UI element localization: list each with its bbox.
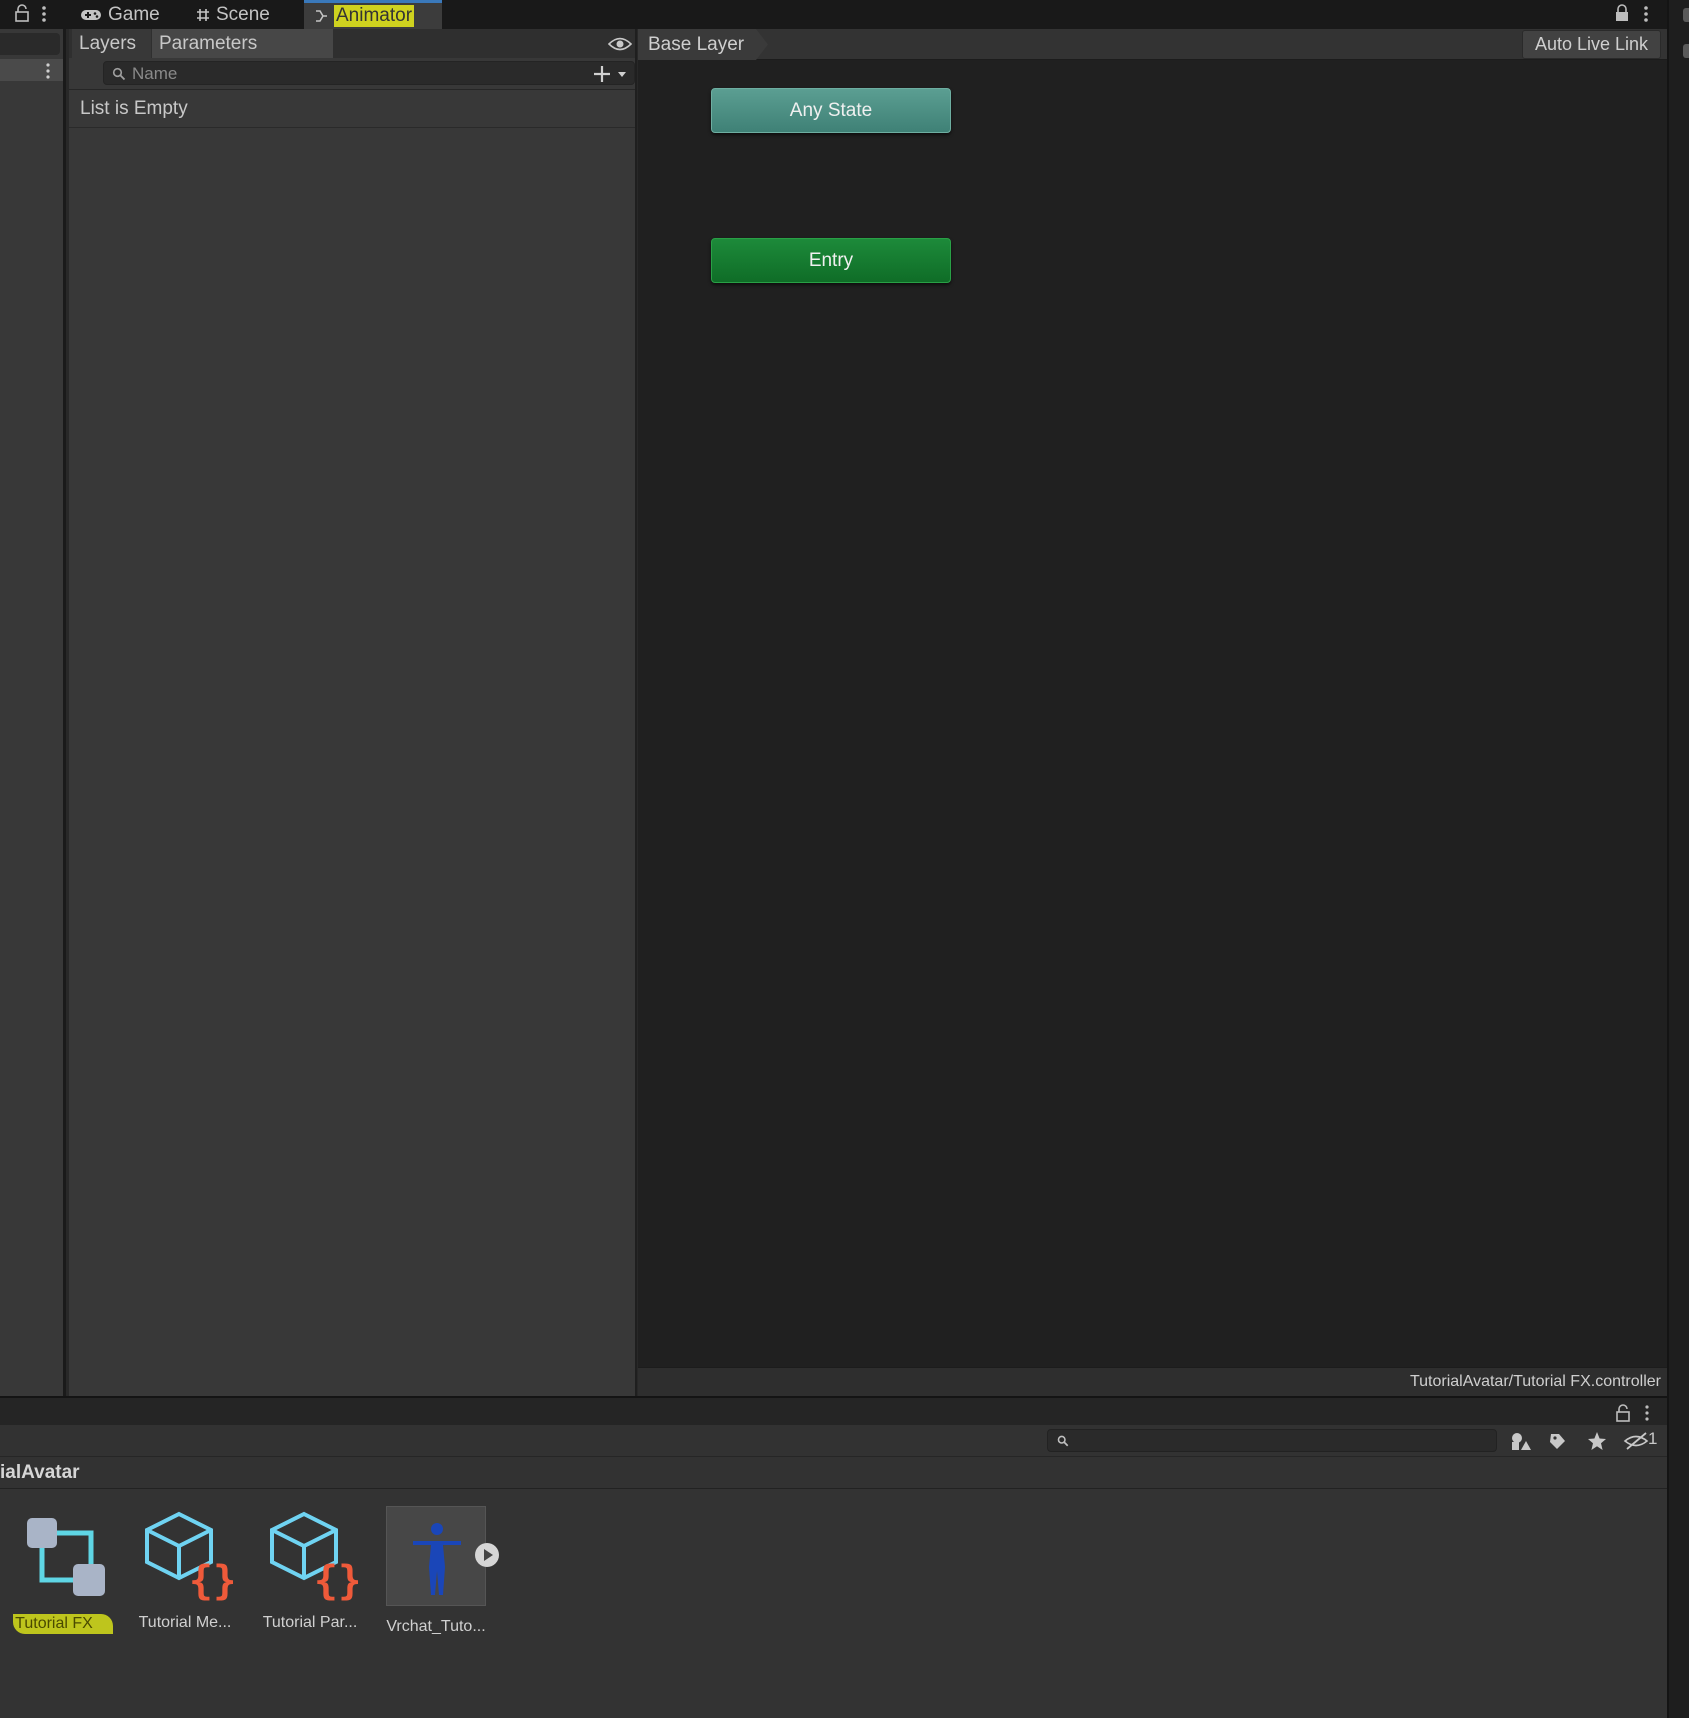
project-panel-header	[0, 1396, 1667, 1425]
breadcrumb-base-layer[interactable]: Base Layer	[638, 29, 768, 60]
asset-vrchat-model[interactable]: Vrchat_Tuto...	[381, 1506, 491, 1636]
plus-icon	[594, 66, 610, 82]
project-breadcrumb[interactable]: ialAvatar	[0, 1457, 1667, 1489]
state-machine-graph[interactable]	[638, 29, 1667, 1367]
window-tab-bar: Game Scene Animator	[0, 0, 1689, 29]
tab-game[interactable]: Game	[70, 0, 170, 29]
search-by-type-icon[interactable]	[1506, 1429, 1536, 1453]
tab-animator-label: Animator	[334, 5, 415, 27]
asset-label: Vrchat_Tuto...	[386, 1618, 486, 1635]
any-state-node[interactable]: Any State	[711, 88, 951, 133]
panel-tab-strip: Layers Parameters	[69, 29, 635, 58]
tab-scene[interactable]: Scene	[186, 0, 296, 29]
tab-scene-label: Scene	[216, 3, 270, 25]
animator-controller-icon	[27, 1518, 105, 1596]
grid-hash-icon	[197, 8, 209, 21]
asset-tutorial-menu[interactable]: {} Tutorial Me...	[130, 1506, 240, 1632]
tab-animator[interactable]: Animator	[304, 0, 442, 29]
lock-icon[interactable]	[1615, 1404, 1631, 1422]
lock-icon[interactable]	[14, 4, 30, 22]
add-parameter-button[interactable]	[591, 63, 633, 85]
hierarchy-strip	[0, 29, 66, 1396]
favorite-star-icon[interactable]	[1582, 1429, 1612, 1453]
project-asset-grid	[0, 1489, 1667, 1718]
kebab-menu-icon[interactable]	[40, 4, 48, 24]
kebab-menu-icon[interactable]	[1643, 1404, 1651, 1422]
search-icon	[1057, 1435, 1069, 1447]
right-edge-strip	[1667, 0, 1689, 1718]
asset-tutorial-fx[interactable]: Tutorial FX	[8, 1506, 118, 1634]
edge-handle[interactable]	[1683, 8, 1689, 22]
controller-path: TutorialAvatar/Tutorial FX.controller	[638, 1367, 1667, 1396]
hidden-count: 1	[1648, 1429, 1658, 1448]
label-tag-icon[interactable]	[1542, 1429, 1572, 1453]
tab-game-label: Game	[108, 3, 160, 25]
graph-header: Base Layer Auto Live Link	[638, 29, 1667, 60]
project-search-input[interactable]	[1047, 1429, 1497, 1452]
project-toolbar: 1	[0, 1425, 1667, 1457]
asset-label: Tutorial Me...	[138, 1614, 232, 1631]
kebab-menu-icon[interactable]	[1642, 4, 1650, 24]
hierarchy-row[interactable]	[0, 59, 63, 81]
asset-label: Tutorial Par...	[262, 1614, 358, 1631]
scriptable-object-icon: {}	[145, 1511, 237, 1604]
tab-parameters[interactable]: Parameters	[152, 29, 333, 58]
search-placeholder: Name	[132, 64, 178, 83]
empty-list-message: List is Empty	[69, 90, 635, 128]
animator-icon	[316, 10, 327, 22]
parameter-search-input[interactable]: Name	[103, 61, 635, 85]
hierarchy-search-field[interactable]	[0, 33, 60, 55]
asset-label: Tutorial FX	[13, 1614, 113, 1634]
avatar-model-icon	[413, 1523, 461, 1595]
kebab-menu-icon[interactable]	[44, 62, 52, 80]
entry-node[interactable]: Entry	[711, 238, 951, 283]
eye-icon[interactable]	[608, 36, 632, 52]
tab-layers[interactable]: Layers	[72, 29, 151, 58]
auto-live-link-button[interactable]: Auto Live Link	[1522, 30, 1661, 59]
edge-handle[interactable]	[1683, 44, 1689, 58]
gamepad-icon	[81, 9, 101, 20]
asset-tutorial-parameters[interactable]: {} Tutorial Par...	[255, 1506, 365, 1632]
svg-text:{}: {}	[314, 1558, 358, 1602]
search-icon	[112, 67, 126, 81]
chevron-down-icon	[618, 72, 626, 77]
svg-text:{}: {}	[189, 1558, 233, 1602]
expand-play-icon[interactable]	[474, 1542, 500, 1568]
scriptable-object-icon: {}	[270, 1511, 362, 1604]
lock-icon[interactable]	[1614, 4, 1630, 22]
parameters-panel: Layers Parameters Name List is Empty	[69, 29, 637, 1396]
